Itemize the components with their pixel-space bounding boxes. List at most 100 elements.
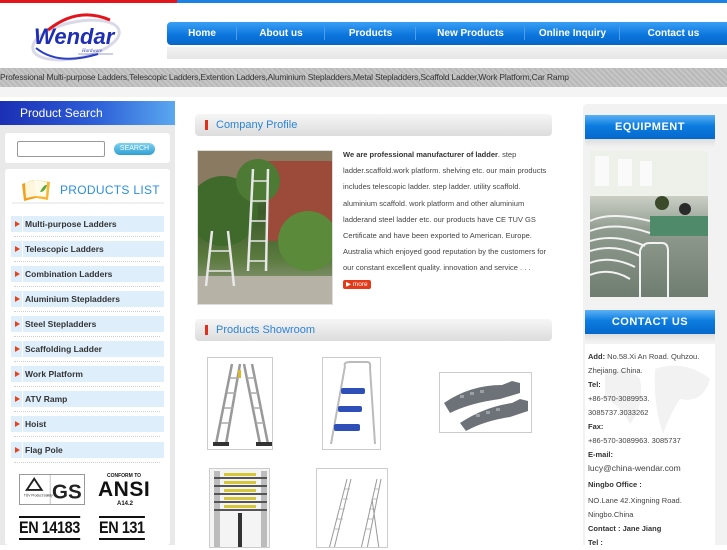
multipurpose-ladder-image	[213, 363, 272, 446]
nav-about-us[interactable]: About us	[237, 22, 325, 45]
contact-us-header: CONTACT US	[585, 310, 715, 334]
telescopic-ladder-image	[210, 469, 269, 547]
nav-home[interactable]: Home	[167, 22, 237, 45]
bullet-arrow-icon	[15, 371, 20, 377]
tuv-gs-icon: TÜV Product Safety GS	[24, 475, 82, 504]
wendar-logo[interactable]: Wendar Hardware	[28, 8, 123, 66]
tel-label: Tel:	[588, 380, 601, 389]
bullet-arrow-icon	[15, 447, 20, 453]
profile-body-text: . step ladder.scaffold.work platform. sh…	[343, 150, 547, 273]
factory-floor-image	[590, 151, 708, 297]
fax-label: Fax:	[588, 422, 603, 431]
tel-value-2: 3085737.3033262	[588, 408, 649, 417]
contact-person-text: Contact : Jane Jiang	[588, 524, 662, 533]
dotted-divider	[14, 462, 160, 463]
product-category-item[interactable]: Scaffolding Ladder	[11, 341, 164, 357]
item-divider	[22, 316, 23, 332]
products-list-title: PRODUCTS LIST	[60, 183, 160, 197]
item-divider	[22, 366, 23, 382]
product-thumb-car-ramp[interactable]	[439, 372, 532, 433]
product-category-label: Hoist	[25, 419, 47, 429]
product-category-item[interactable]: Combination Ladders	[11, 266, 164, 282]
office-address-1: NO.Lane 42.Xingning Road.	[588, 496, 682, 505]
tagline-bar: Professional Multi-purpose Ladders,Teles…	[0, 68, 727, 87]
email-label-text: E-mail:	[588, 450, 614, 459]
product-category-item[interactable]: ATV Ramp	[11, 391, 164, 407]
product-thumb-telescopic-ladder[interactable]	[209, 468, 270, 548]
en14183-cert: EN 14183	[19, 516, 80, 540]
company-profile-title: Company Profile	[216, 119, 298, 131]
contact-header-shadow	[585, 334, 715, 342]
bullet-arrow-icon	[15, 246, 20, 252]
dotted-divider	[14, 261, 160, 262]
fax-label-text: Fax:	[588, 422, 604, 431]
nav-new-products[interactable]: New Products	[416, 22, 525, 45]
bullet-arrow-icon	[15, 296, 20, 302]
section-marker-icon	[205, 120, 208, 130]
product-category-item[interactable]: Telescopic Ladders	[11, 241, 164, 257]
address-value: No.58.Xi An Road. Quhzou.	[605, 352, 700, 361]
product-category-item[interactable]: Aluminium Stepladders	[11, 291, 164, 307]
bullet-arrow-icon	[15, 346, 20, 352]
item-divider	[22, 291, 23, 307]
bullet-arrow-icon	[15, 421, 20, 427]
dotted-divider	[14, 386, 160, 387]
tel-value-1: +86-570-3089953.	[588, 394, 650, 403]
contact-address-2: Zhejiang. China.	[588, 366, 643, 375]
dotted-divider	[14, 311, 160, 312]
product-thumb-extension-ladder[interactable]	[316, 468, 388, 548]
item-divider	[22, 416, 23, 432]
search-button[interactable]: SEARCH	[114, 143, 155, 155]
book-icon	[22, 180, 50, 201]
email-link[interactable]: lucy@china-wendar.com	[588, 463, 681, 473]
nav-online-inquiry[interactable]: Online Inquiry	[525, 22, 620, 45]
dotted-divider	[14, 336, 160, 337]
logo-subtext: Hardware	[81, 49, 103, 54]
extension-ladder-image	[328, 478, 382, 547]
nav-contact-us[interactable]: Contact us	[620, 22, 727, 45]
svg-text:GS: GS	[52, 480, 82, 503]
section-marker-icon	[205, 325, 208, 335]
logo-text: Wendar	[34, 24, 116, 49]
tagline-underbar	[0, 87, 727, 97]
office-address-2: Ningbo.China	[588, 510, 634, 519]
product-category-label: Flag Pole	[25, 445, 63, 455]
dotted-divider	[14, 236, 160, 237]
contact-address: Add: No.58.Xi An Road. Quhzou.	[588, 352, 699, 361]
product-category-item[interactable]: Multi-purpose Ladders	[11, 216, 164, 232]
item-divider	[22, 391, 23, 407]
product-thumb-steel-stepladder[interactable]	[322, 357, 381, 450]
company-profile-header: Company Profile	[195, 114, 552, 136]
item-divider	[22, 442, 23, 458]
product-category-item[interactable]: Hoist	[11, 416, 164, 432]
dotted-divider	[14, 361, 160, 362]
search-input[interactable]	[17, 141, 105, 157]
office-label-text: Ningbo Office :	[588, 480, 642, 489]
more-button[interactable]: ▶ more	[343, 280, 371, 290]
products-showroom-header: Products Showroom	[195, 319, 552, 341]
nav-subbar	[167, 47, 727, 59]
company-profile-text: We are professional manufacturer of ladd…	[343, 147, 551, 293]
product-category-item[interactable]: Steel Stepladders	[11, 316, 164, 332]
product-category-label: Aluminium Stepladders	[25, 294, 120, 304]
product-thumb-multipurpose-ladder[interactable]	[207, 357, 273, 450]
product-category-label: Multi-purpose Ladders	[25, 219, 117, 229]
contact-person: Contact : Jane Jiang	[588, 524, 661, 533]
product-category-label: Scaffolding Ladder	[25, 344, 102, 354]
en131-cert: EN 131	[99, 516, 145, 540]
ansi-cert-label: ANSI	[98, 478, 151, 501]
office-tel-label-text: Tel :	[588, 538, 603, 547]
item-divider	[22, 341, 23, 357]
product-category-label: Steel Stepladders	[25, 319, 97, 329]
nav-products[interactable]: Products	[325, 22, 416, 45]
product-category-item[interactable]: Work Platform	[11, 366, 164, 382]
products-showroom-title: Products Showroom	[216, 324, 316, 336]
company-profile-image	[197, 150, 333, 305]
svg-text:TÜV Product Safety: TÜV Product Safety	[24, 494, 53, 498]
top-accent-bar	[0, 0, 727, 3]
product-category-item[interactable]: Flag Pole	[11, 442, 164, 458]
address-label: Add:	[588, 352, 606, 361]
bullet-arrow-icon	[15, 221, 20, 227]
dotted-divider	[14, 286, 160, 287]
steel-stepladder-image	[330, 361, 376, 445]
